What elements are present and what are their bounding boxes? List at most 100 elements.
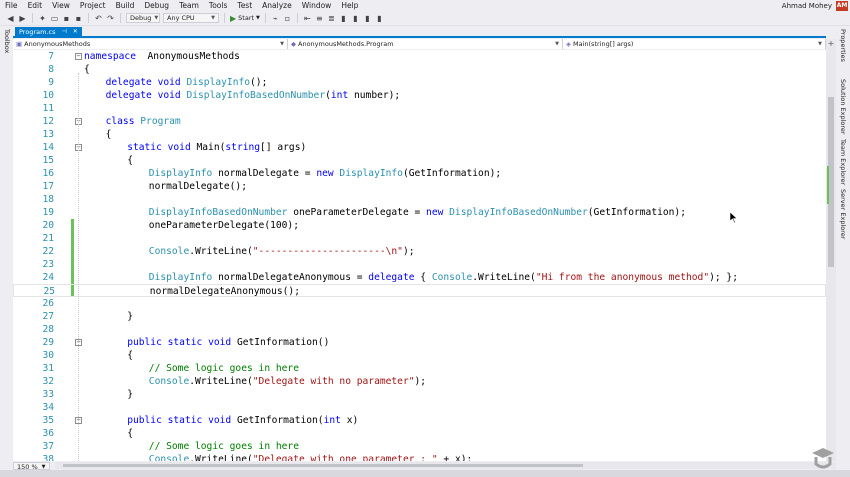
- code-line[interactable]: 36 {: [13, 427, 826, 440]
- side-tab-solution-explorer[interactable]: Solution Explorer: [839, 79, 847, 135]
- collapse-outline-icon[interactable]: −: [75, 53, 82, 60]
- side-tab-properties[interactable]: Properties: [839, 29, 847, 62]
- menu-team[interactable]: Team: [174, 0, 204, 11]
- find-icon[interactable]: ▫: [283, 14, 292, 23]
- comment-icon[interactable]: ≡: [315, 14, 324, 23]
- menu-debug[interactable]: Debug: [139, 0, 174, 11]
- code-line[interactable]: 16 DisplayInfo normalDelegate = new Displ…: [13, 167, 826, 180]
- code-line[interactable]: 22 Console.WriteLine("-------------------…: [13, 245, 826, 258]
- platform-select[interactable]: Any CPU ▼: [163, 13, 219, 23]
- side-tab-toolbox[interactable]: Toolbox: [3, 29, 11, 53]
- menu-tools[interactable]: Tools: [204, 0, 232, 11]
- configuration-select[interactable]: Debug ▼: [126, 13, 160, 23]
- forward-icon[interactable]: ▶: [18, 14, 27, 23]
- user-name[interactable]: Ahmad Mohey: [782, 2, 836, 10]
- horizontal-scroll-thumb[interactable]: [63, 464, 583, 467]
- split-window-icon[interactable]: +: [827, 40, 835, 48]
- code-editor[interactable]: 7 namespace AnonymousMethods − 8{9 delegate …: [13, 50, 826, 461]
- code-line[interactable]: 14 static void Main(string[] args): [13, 141, 826, 154]
- code-line[interactable]: 7 namespace AnonymousMethods: [13, 50, 826, 63]
- save-all-icon[interactable]: ▪: [74, 14, 83, 23]
- menu-file[interactable]: File: [0, 0, 23, 11]
- toolbar-separator: [32, 13, 33, 23]
- code-line[interactable]: 33}: [13, 388, 826, 401]
- type-dropdown[interactable]: ◆ AnonymousMethods.Program ▼: [288, 39, 563, 49]
- code-token: Console: [148, 454, 190, 461]
- side-tab-team-explorer[interactable]: Team Explorer: [839, 139, 847, 185]
- line-number: 32: [42, 376, 54, 387]
- line-number: 7: [48, 51, 54, 62]
- code-line[interactable]: 18: [13, 193, 826, 206]
- code-line[interactable]: 13 {: [13, 128, 826, 141]
- code-line[interactable]: 25 normalDelegateAnonymous();: [13, 284, 826, 297]
- bookmark-clear-icon[interactable]: ▮: [375, 14, 384, 23]
- menu-analyze[interactable]: Analyze: [257, 0, 297, 11]
- code-line[interactable]: 26: [13, 297, 826, 310]
- code-text: {: [127, 427, 133, 440]
- save-icon[interactable]: ▪: [62, 14, 71, 23]
- code-line[interactable]: 38 Console.WriteLine("Delegate with one p…: [13, 453, 826, 461]
- code-line[interactable]: 9 delegate void DisplayInfo();: [13, 76, 826, 89]
- code-line[interactable]: 29 public static void GetInformation(): [13, 336, 826, 349]
- member-dropdown[interactable]: ◈ Main(string[] args) ▼: [563, 39, 826, 49]
- menu-edit[interactable]: Edit: [23, 0, 48, 11]
- code-line[interactable]: 34: [13, 401, 826, 414]
- menu-project[interactable]: Project: [75, 0, 111, 11]
- zoom-select[interactable]: 150 % ▼: [13, 461, 50, 471]
- code-token: AnonymousMethods: [135, 51, 240, 62]
- code-line[interactable]: 8{: [13, 63, 826, 76]
- vertical-scrollbar[interactable]: +: [826, 39, 836, 461]
- bookmark-prev-icon[interactable]: ▮: [351, 14, 360, 23]
- code-token: DisplayInfo: [148, 168, 213, 179]
- code-token: int: [323, 415, 341, 426]
- code-line[interactable]: 21: [13, 232, 826, 245]
- code-line[interactable]: 30 {: [13, 349, 826, 362]
- bookmark-icon[interactable]: ▮: [339, 14, 348, 23]
- code-line[interactable]: 19 DisplayInfoBasedOnNumber oneParameterD…: [13, 206, 826, 219]
- horizontal-scrollbar[interactable]: [55, 462, 836, 469]
- avatar[interactable]: AM: [836, 0, 848, 11]
- menu-build[interactable]: Build: [111, 0, 140, 11]
- menu-test[interactable]: Test: [232, 0, 257, 11]
- menu-help[interactable]: Help: [336, 0, 363, 11]
- line-number: 29: [42, 337, 54, 348]
- code-text: Console.WriteLine("Delegate with no para…: [149, 375, 426, 388]
- csharp-project-icon: ▣: [16, 40, 23, 48]
- code-line[interactable]: 17 normalDelegate();: [13, 180, 826, 193]
- line-number: 33: [42, 389, 54, 400]
- code-line[interactable]: 37 // Some logic goes in here: [13, 440, 826, 453]
- bookmark-next-icon[interactable]: ▮: [363, 14, 372, 23]
- navigate-icon[interactable]: ⇤: [303, 14, 312, 23]
- code-line[interactable]: 24 DisplayInfo normalDelegateAnonymous = …: [13, 271, 826, 284]
- pin-icon[interactable]: ⊣: [61, 27, 66, 37]
- code-token: normalDelegateAnonymous =: [212, 272, 369, 283]
- open-folder-icon[interactable]: ▭: [50, 14, 59, 23]
- redo-icon[interactable]: ↷: [106, 14, 115, 23]
- start-button[interactable]: ▶ Start ▼: [230, 14, 260, 23]
- new-project-icon[interactable]: ✦: [38, 14, 47, 23]
- undo-icon[interactable]: ↶: [94, 14, 103, 23]
- code-line[interactable]: 27}: [13, 310, 826, 323]
- code-token: DisplayInfo: [339, 168, 403, 179]
- menu-view[interactable]: View: [47, 0, 75, 11]
- code-line[interactable]: 28: [13, 323, 826, 336]
- code-line[interactable]: 31 // Some logic goes in here: [13, 362, 826, 375]
- side-tab-server-explorer[interactable]: Server Explorer: [839, 189, 847, 239]
- browser-link-icon[interactable]: ⌁: [271, 14, 280, 23]
- close-icon[interactable]: ✕: [73, 27, 78, 37]
- code-line[interactable]: 11: [13, 102, 826, 115]
- code-line[interactable]: 23: [13, 258, 826, 271]
- chevron-down-icon: ▼: [211, 15, 215, 21]
- tab-program-cs[interactable]: Program.cs ⊣ ✕: [15, 27, 82, 37]
- menu-window[interactable]: Window: [297, 0, 337, 11]
- uncomment-icon[interactable]: ≣: [327, 14, 336, 23]
- project-dropdown[interactable]: ▣ AnonymousMethods ▼: [13, 39, 288, 49]
- line-number: 16: [42, 168, 54, 179]
- code-line[interactable]: 20 oneParameterDelegate(100);: [13, 219, 826, 232]
- code-line[interactable]: 10 delegate void DisplayInfoBasedOnNumber…: [13, 89, 826, 102]
- back-icon[interactable]: ◀: [6, 14, 15, 23]
- code-line[interactable]: 12 class Program: [13, 115, 826, 128]
- code-line[interactable]: 15 {: [13, 154, 826, 167]
- code-line[interactable]: 32 Console.WriteLine("Delegate with no pa…: [13, 375, 826, 388]
- code-line[interactable]: 35 public static void GetInformation(int …: [13, 414, 826, 427]
